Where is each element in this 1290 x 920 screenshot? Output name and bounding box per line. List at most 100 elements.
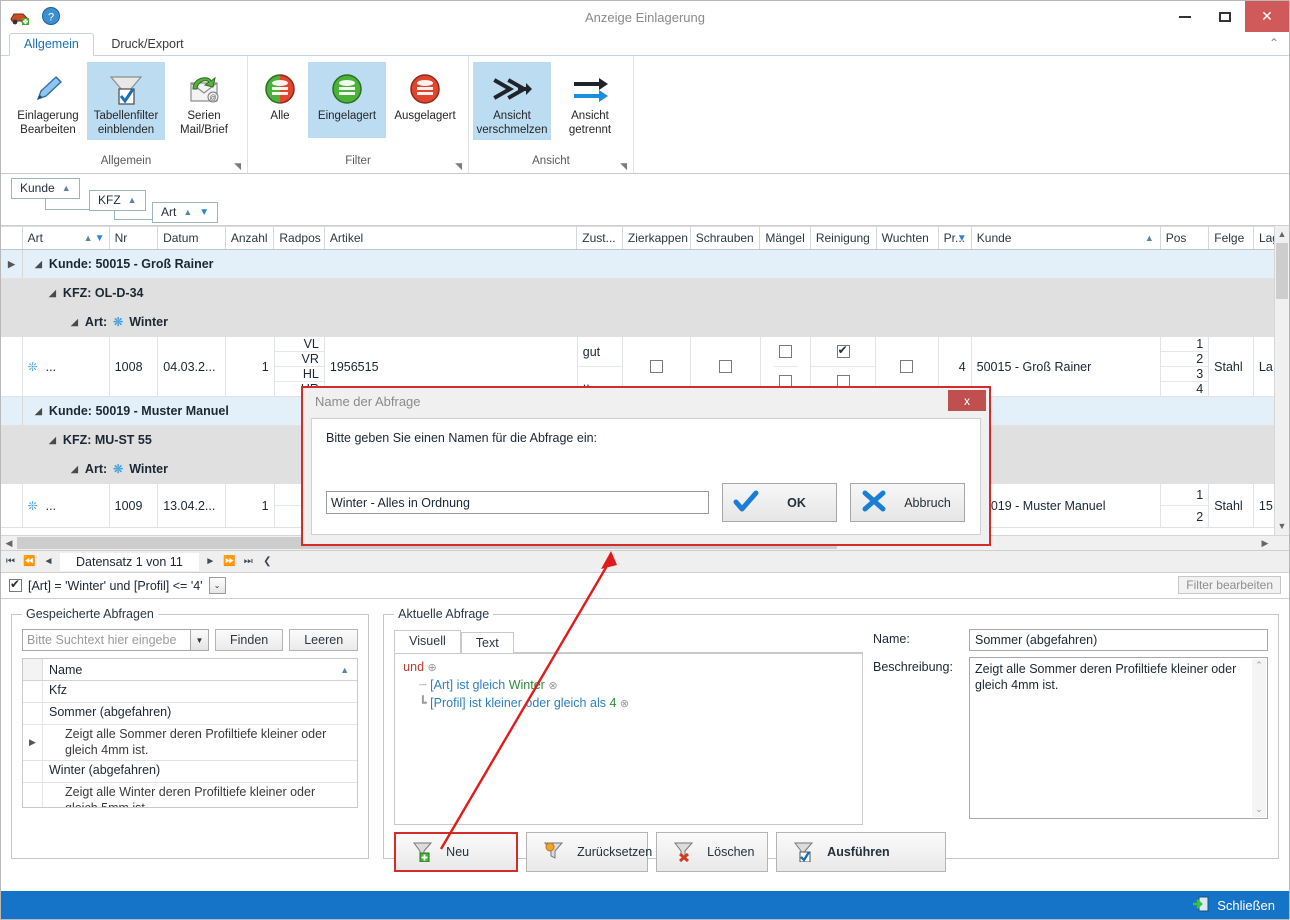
grid-header-maengel[interactable]: Mängel <box>760 227 811 249</box>
dialog-cancel-button[interactable]: Abbruch <box>850 483 965 522</box>
chevron-down-icon[interactable]: ▼ <box>190 630 208 650</box>
group-row-level3[interactable]: ◢ Art: ❊ Winter <box>1 308 1289 337</box>
scroll-up-icon[interactable]: ▲ <box>1275 226 1289 242</box>
list-item-description[interactable]: Zeigt alle Winter deren Profiltiefe klei… <box>23 783 357 807</box>
checkbox-wuchten[interactable] <box>900 360 914 373</box>
grid-header-artikel[interactable]: Artikel <box>325 227 578 249</box>
remove-condition-icon[interactable]: ⊗ <box>548 680 557 692</box>
scroll-down-icon[interactable]: ⌄ <box>1252 803 1266 817</box>
nav-next-page-button[interactable]: ⏩ <box>220 556 239 567</box>
ribbon-button-eingelagert[interactable]: Eingelagert <box>308 62 386 138</box>
grid-header-profil[interactable]: Pr... ▼ <box>939 227 972 249</box>
sort-asc-icon[interactable]: ▲ <box>183 207 192 217</box>
grid-header-nr[interactable]: Nr <box>110 227 159 249</box>
dialog-launcher-icon[interactable]: ◥ <box>234 161 241 172</box>
nav-last-button[interactable]: ⏭ <box>239 556 258 567</box>
tab-druck-export[interactable]: Druck/Export <box>97 34 197 55</box>
new-query-button[interactable]: Neu <box>394 832 519 872</box>
query-visual-tree[interactable]: und ⊕ ┈ [Art] ist gleich Winter ⊗ ┗ [Pro… <box>394 653 863 825</box>
dialog-close-button[interactable]: x <box>948 390 986 411</box>
scroll-right-icon[interactable]: ▶ <box>1257 536 1273 550</box>
ribbon-button-ansicht-getrennt[interactable]: Ansicht getrennt <box>551 62 629 140</box>
expander-icon[interactable]: ◢ <box>35 406 42 417</box>
sort-asc-icon[interactable]: ▲ <box>340 665 349 675</box>
delete-query-button[interactable]: Löschen <box>656 832 769 872</box>
filter-funnel-icon[interactable]: ▼ <box>95 233 105 244</box>
nav-prev-page-button[interactable]: ⏪ <box>20 556 39 567</box>
query-condition-value[interactable]: Winter <box>509 678 545 692</box>
group-chip-kunde[interactable]: Kunde ▲ <box>11 178 80 199</box>
dialog-launcher-icon[interactable]: ◥ <box>620 161 627 172</box>
filter-enabled-checkbox[interactable] <box>9 577 22 592</box>
checkbox-reinigung[interactable] <box>836 343 850 358</box>
nav-first-button[interactable]: ⏮ <box>1 556 20 567</box>
tab-allgemein[interactable]: Allgemein <box>9 33 94 56</box>
reset-query-button[interactable]: Zurücksetzen <box>526 832 652 872</box>
grid-vertical-scrollbar[interactable]: ▲ ▼ <box>1274 226 1289 550</box>
search-input[interactable] <box>23 632 190 648</box>
tab-visuell[interactable]: Visuell <box>394 630 461 653</box>
expander-icon[interactable]: ◢ <box>71 317 78 328</box>
grid-header-wuchten[interactable]: Wuchten <box>877 227 939 249</box>
ribbon-button-einlagerung-bearbeiten[interactable]: Einlagerung Bearbeiten <box>9 62 87 140</box>
list-item[interactable]: Winter (abgefahren) <box>23 761 358 784</box>
query-condition[interactable]: ┗ [Profil] ist kleiner oder gleich als 4… <box>419 695 854 710</box>
grid-header-art[interactable]: Art ▲ ▼ <box>23 227 110 249</box>
sort-asc-icon[interactable]: ▲ <box>62 183 71 193</box>
description-scrollbar[interactable]: ⌃ ⌄ <box>1252 659 1266 817</box>
checkbox-zierkappen[interactable] <box>650 360 663 373</box>
ribbon-button-ausgelagert[interactable]: Ausgelagert <box>386 62 464 138</box>
sort-asc-icon[interactable]: ▲ <box>128 195 137 205</box>
maengel-cell[interactable] <box>773 337 797 367</box>
clear-button[interactable]: Leeren <box>289 629 359 651</box>
ribbon-button-serien-mail-brief[interactable]: @ Serien Mail/Brief <box>165 62 243 140</box>
dialog-name-input[interactable]: Winter - Alles in Ordnung <box>326 491 709 514</box>
grid-header-kunde[interactable]: Kunde ▲ <box>972 227 1161 249</box>
group-row-level2[interactable]: ◢ KFZ: OL-D-34 <box>1 279 1289 308</box>
dialog-ok-button[interactable]: OK <box>722 483 837 522</box>
reinigung-cell[interactable] <box>810 337 876 367</box>
find-button[interactable]: Finden <box>215 629 284 651</box>
query-condition-value[interactable]: 4 <box>609 696 616 710</box>
query-condition-operator[interactable]: ist gleich <box>457 678 506 692</box>
grid-header-zierkappen[interactable]: Zierkappen <box>623 227 691 249</box>
filter-funnel-icon[interactable]: ▼ <box>957 233 967 244</box>
sort-asc-icon[interactable]: ▲ <box>1145 233 1154 243</box>
ribbon-button-ansicht-verschmelzen[interactable]: Ansicht verschmelzen <box>473 62 551 140</box>
search-combo[interactable]: ▼ <box>22 629 209 651</box>
scroll-left-icon[interactable]: ◀ <box>1 536 17 550</box>
execute-query-button[interactable]: Ausführen <box>776 832 947 872</box>
expander-icon[interactable]: ◢ <box>71 464 78 475</box>
query-operator-und[interactable]: und <box>403 660 424 674</box>
maximize-button[interactable] <box>1205 1 1245 32</box>
list-item[interactable]: Sommer (abgefahren) <box>23 703 358 725</box>
scroll-up-icon[interactable]: ⌃ <box>1252 659 1266 673</box>
minimize-button[interactable] <box>1165 1 1205 32</box>
close-button[interactable]: ✕ <box>1245 1 1289 32</box>
filter-edit-button[interactable]: Filter bearbeiten <box>1178 576 1281 594</box>
grid-header-zustand[interactable]: Zust... <box>577 227 623 249</box>
filter-history-dropdown[interactable]: ⌄ <box>208 577 226 594</box>
expander-icon[interactable]: ◢ <box>49 435 56 446</box>
sort-asc-icon[interactable]: ▲ <box>84 233 93 243</box>
ribbon-button-alle[interactable]: Alle <box>252 62 308 138</box>
nav-prev-button[interactable]: ◄ <box>39 556 58 567</box>
query-description-textarea[interactable]: Zeigt alle Sommer deren Profiltiefe klei… <box>969 657 1268 819</box>
scroll-down-icon[interactable]: ▼ <box>1275 518 1289 534</box>
checkbox-schrauben[interactable] <box>718 360 732 373</box>
list-item[interactable]: Kfz <box>23 681 358 703</box>
query-condition-field[interactable]: [Profil] <box>430 696 465 710</box>
grid-header-felge[interactable]: Felge <box>1209 227 1254 249</box>
grid-header-schrauben[interactable]: Schrauben <box>691 227 761 249</box>
query-condition-field[interactable]: [Art] <box>430 678 453 692</box>
ribbon-button-tabellenfilter-einblenden[interactable]: Tabellenfilter einblenden <box>87 62 165 140</box>
saved-queries-name-header[interactable]: Name ▲ <box>43 659 357 680</box>
query-condition-operator[interactable]: ist kleiner oder gleich als <box>469 696 606 710</box>
group-chip-art[interactable]: Art ▲ ▼ <box>152 202 219 223</box>
scrollbar-thumb[interactable] <box>1276 243 1288 299</box>
add-condition-icon[interactable]: ⊕ <box>428 662 437 674</box>
collapse-ribbon-icon[interactable]: ⌃ <box>1269 36 1279 50</box>
query-name-input[interactable]: Sommer (abgefahren) <box>969 629 1268 651</box>
group-by-panel[interactable]: Kunde ▲ KFZ ▲ Art ▲ ▼ <box>1 174 1289 226</box>
query-condition[interactable]: ┈ [Art] ist gleich Winter ⊗ <box>419 677 854 692</box>
